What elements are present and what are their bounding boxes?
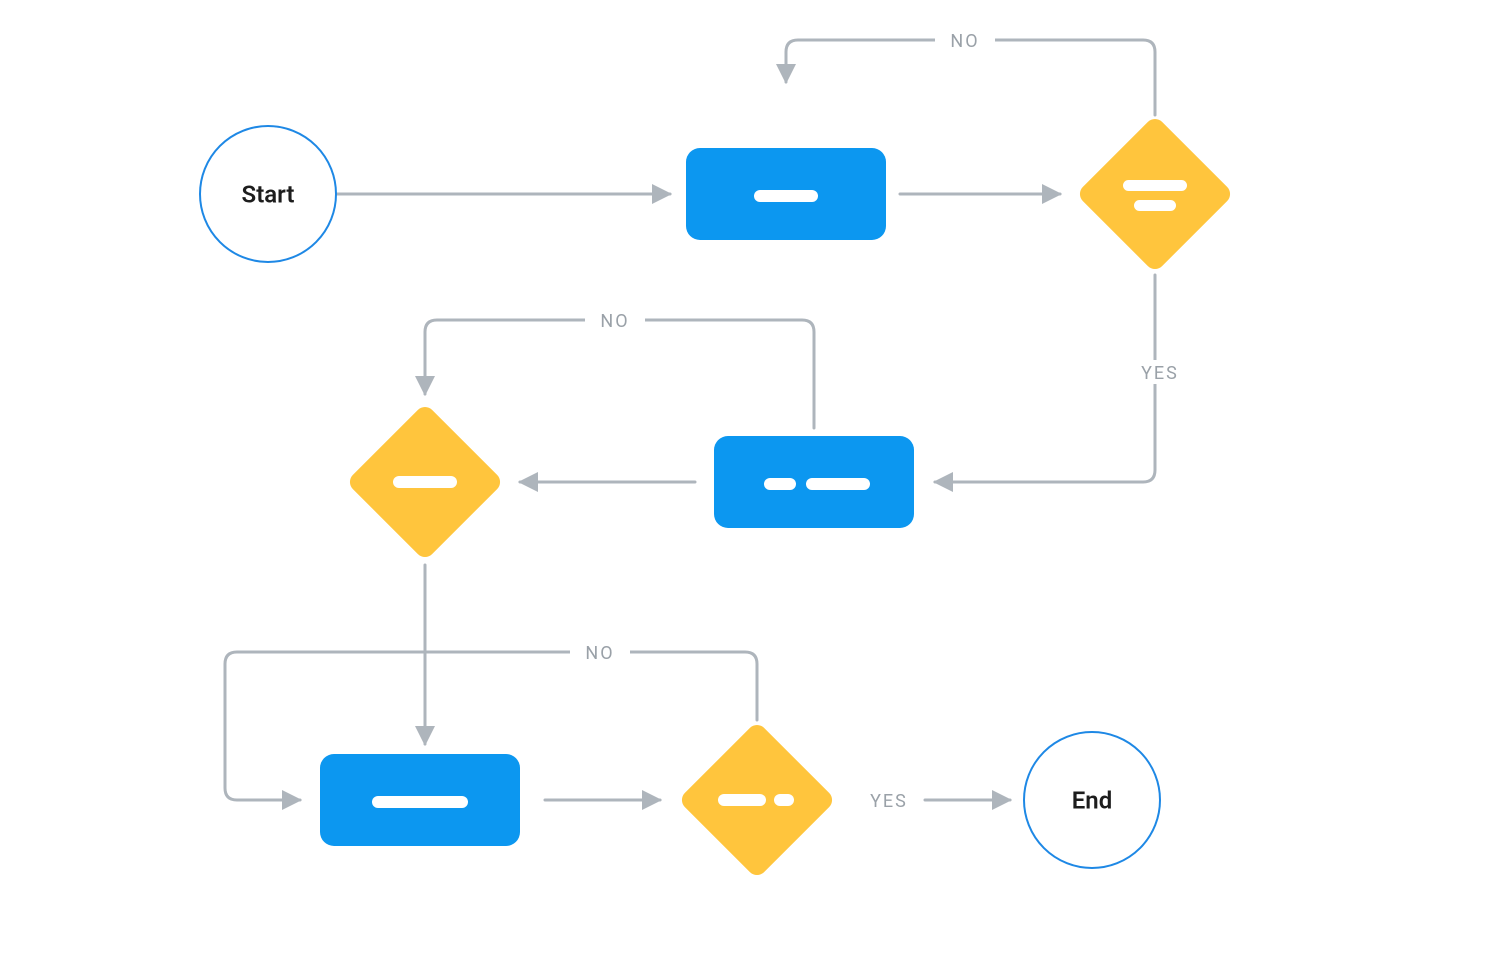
node-end: End bbox=[1024, 732, 1160, 868]
edge-decision1-yes-to-process2 bbox=[935, 275, 1155, 482]
node-start-label: Start bbox=[242, 180, 295, 208]
node-decision3 bbox=[678, 721, 836, 879]
node-decision2 bbox=[346, 403, 504, 561]
flowchart-canvas: NO YES NO NO YES Start bbox=[0, 0, 1500, 960]
edge-label-no1: NO bbox=[950, 31, 979, 52]
edge-no2-loop bbox=[425, 320, 814, 428]
node-process1 bbox=[686, 148, 886, 240]
node-end-label: End bbox=[1072, 786, 1112, 814]
edge-label-yes3: YES bbox=[870, 791, 908, 812]
edge-label-no2: NO bbox=[600, 311, 629, 332]
node-start: Start bbox=[200, 126, 336, 262]
edge-label-no3: NO bbox=[585, 643, 614, 664]
edge-label-yes1: YES bbox=[1141, 363, 1179, 384]
node-decision1 bbox=[1076, 115, 1234, 273]
node-process2 bbox=[714, 436, 914, 528]
node-process3 bbox=[320, 754, 520, 846]
